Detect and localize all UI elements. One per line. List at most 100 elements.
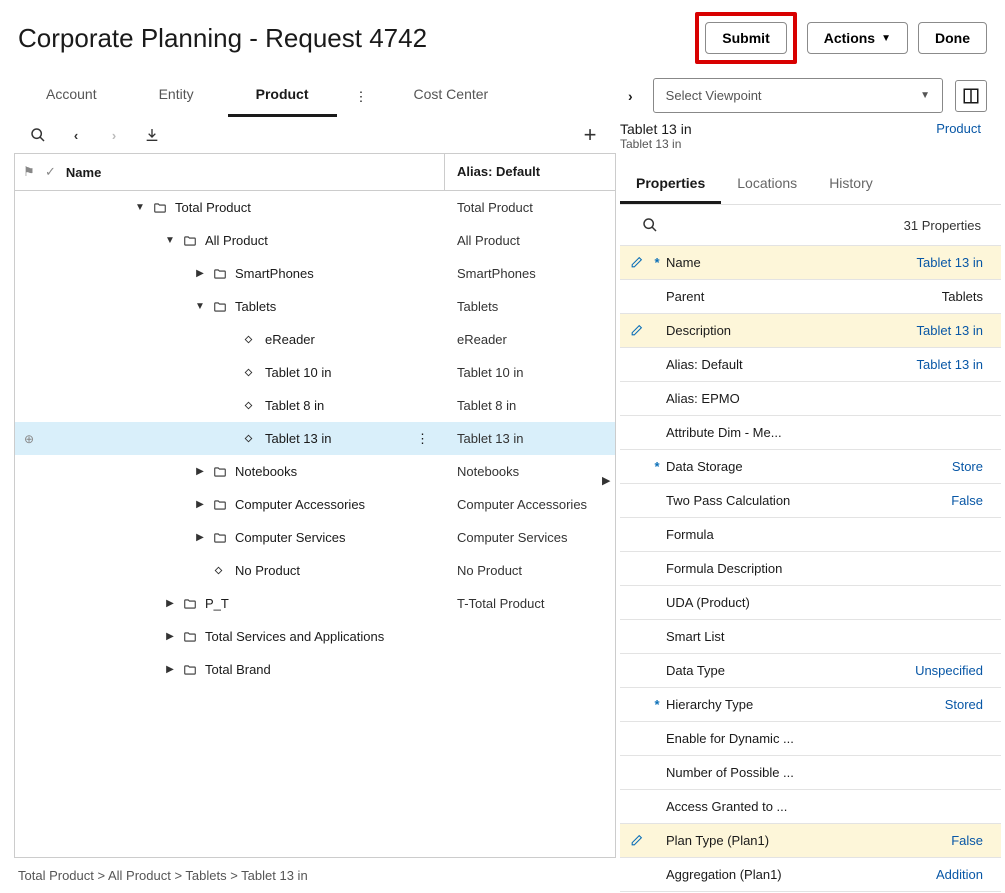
submit-button[interactable]: Submit bbox=[705, 22, 786, 54]
nav-back-icon[interactable]: ‹ bbox=[66, 125, 86, 145]
property-row[interactable]: *NameTablet 13 in bbox=[620, 246, 1001, 280]
prop-search-icon[interactable] bbox=[640, 215, 660, 235]
tree-row[interactable]: ⊕▶eReader⋮eReader bbox=[15, 323, 615, 356]
right-nav-chevron-icon[interactable]: › bbox=[620, 82, 641, 110]
expand-toggle-icon[interactable]: ▶ bbox=[163, 664, 177, 675]
panel-expand-icon[interactable]: ▶ bbox=[602, 474, 610, 487]
tree-row[interactable]: ⊕▶Notebooks⋮Notebooks bbox=[15, 455, 615, 488]
tree-row[interactable]: ⊕▶P_T⋮T-Total Product bbox=[15, 587, 615, 620]
detail-tab-locations[interactable]: Locations bbox=[721, 167, 813, 204]
property-value[interactable]: Tablet 13 in bbox=[917, 255, 984, 270]
tab-menu-icon[interactable]: ⋮ bbox=[343, 81, 380, 113]
done-button[interactable]: Done bbox=[918, 22, 987, 54]
tree-row[interactable]: ⊕▶Computer Accessories⋮Computer Accessor… bbox=[15, 488, 615, 521]
column-alias-header[interactable]: Alias: Default bbox=[445, 154, 615, 190]
node-label: Notebooks bbox=[235, 464, 406, 479]
layout-toggle-icon[interactable] bbox=[955, 80, 987, 112]
tree-row[interactable]: ⊕▶Computer Services⋮Computer Services bbox=[15, 521, 615, 554]
property-row[interactable]: Attribute Dim - Me... bbox=[620, 416, 1001, 450]
expand-toggle-icon[interactable]: ▼ bbox=[193, 301, 207, 312]
property-row[interactable]: Formula bbox=[620, 518, 1001, 552]
property-row[interactable]: Data TypeUnspecified bbox=[620, 654, 1001, 688]
expand-toggle-icon[interactable]: ▶ bbox=[193, 499, 207, 510]
tree-row[interactable]: ⊕▶Total Brand⋮ bbox=[15, 653, 615, 686]
property-row[interactable]: Formula Description bbox=[620, 552, 1001, 586]
row-menu-icon[interactable]: ⋮ bbox=[406, 431, 439, 447]
expand-toggle-icon[interactable]: ▼ bbox=[133, 202, 147, 213]
tree-row[interactable]: ⊕▶Tablet 13 in⋮Tablet 13 in bbox=[15, 422, 615, 455]
property-value[interactable]: Tablet 13 in bbox=[917, 357, 984, 372]
folder-icon bbox=[183, 597, 199, 611]
property-row[interactable]: Plan Type (Plan1)False bbox=[620, 824, 1001, 858]
tree-row[interactable]: ⊕▶Tablet 10 in⋮Tablet 10 in bbox=[15, 356, 615, 389]
property-row[interactable]: Number of Possible ... bbox=[620, 756, 1001, 790]
property-label: Formula bbox=[664, 527, 983, 542]
expand-toggle-icon[interactable]: ▶ bbox=[163, 631, 177, 642]
property-value[interactable]: Tablet 13 in bbox=[917, 323, 984, 338]
property-value[interactable]: Stored bbox=[945, 697, 983, 712]
property-row[interactable]: UDA (Product) bbox=[620, 586, 1001, 620]
alias-cell: Tablet 10 in bbox=[445, 365, 615, 380]
property-label: Description bbox=[664, 323, 917, 338]
folder-icon bbox=[213, 465, 229, 479]
tree-row[interactable]: ⊕▶No Product⋮No Product bbox=[15, 554, 615, 587]
add-icon[interactable]: + bbox=[580, 125, 600, 145]
property-row[interactable]: Alias: EPMO bbox=[620, 382, 1001, 416]
property-row[interactable]: Access Granted to ... bbox=[620, 790, 1001, 824]
column-name-header[interactable]: Name bbox=[66, 165, 101, 180]
property-value[interactable]: Store bbox=[952, 459, 983, 474]
add-indicator-icon[interactable]: ⊕ bbox=[15, 432, 43, 446]
property-value[interactable]: Addition bbox=[936, 867, 983, 882]
expand-toggle-icon[interactable]: ▶ bbox=[193, 532, 207, 543]
download-icon[interactable] bbox=[142, 125, 162, 145]
detail-tab-history[interactable]: History bbox=[813, 167, 889, 204]
node-label: Total Services and Applications bbox=[205, 629, 406, 644]
property-row[interactable]: *Hierarchy TypeStored bbox=[620, 688, 1001, 722]
tree-row[interactable]: ⊕▶Total Services and Applications⋮ bbox=[15, 620, 615, 653]
node-label: Computer Accessories bbox=[235, 497, 406, 512]
tab-product[interactable]: Product bbox=[228, 76, 337, 117]
tab-cost-center[interactable]: Cost Center bbox=[386, 76, 517, 117]
property-row[interactable]: *Data StorageStore bbox=[620, 450, 1001, 484]
node-label: Total Product bbox=[175, 200, 406, 215]
property-row[interactable]: Aggregation (Plan1)Addition bbox=[620, 858, 1001, 892]
expand-toggle-icon[interactable]: ▶ bbox=[193, 268, 207, 279]
folder-icon bbox=[213, 531, 229, 545]
property-row[interactable]: Alias: DefaultTablet 13 in bbox=[620, 348, 1001, 382]
property-row[interactable]: Smart List bbox=[620, 620, 1001, 654]
search-icon[interactable] bbox=[28, 125, 48, 145]
detail-type-link[interactable]: Product bbox=[936, 121, 981, 151]
property-value[interactable]: False bbox=[951, 493, 983, 508]
flag-icon[interactable]: ⚑ bbox=[23, 164, 35, 180]
tab-account[interactable]: Account bbox=[18, 76, 125, 117]
property-row[interactable]: Enable for Dynamic ... bbox=[620, 722, 1001, 756]
tree-row[interactable]: ⊕▼Tablets⋮Tablets bbox=[15, 290, 615, 323]
nav-forward-icon[interactable]: › bbox=[104, 125, 124, 145]
diamond-icon bbox=[243, 400, 259, 411]
alias-cell: Computer Services bbox=[445, 530, 615, 545]
alias-cell: eReader bbox=[445, 332, 615, 347]
tab-entity[interactable]: Entity bbox=[131, 76, 222, 117]
property-row[interactable]: ParentTablets bbox=[620, 280, 1001, 314]
property-row[interactable]: DescriptionTablet 13 in bbox=[620, 314, 1001, 348]
tree-row[interactable]: ⊕▼Total Product⋮Total Product bbox=[15, 191, 615, 224]
breadcrumb[interactable]: Total Product > All Product > Tablets > … bbox=[14, 858, 620, 893]
detail-tab-properties[interactable]: Properties bbox=[620, 167, 721, 204]
property-row[interactable]: Two Pass CalculationFalse bbox=[620, 484, 1001, 518]
node-label: Computer Services bbox=[235, 530, 406, 545]
expand-toggle-icon[interactable]: ▼ bbox=[163, 235, 177, 246]
tree-row[interactable]: ⊕▶Tablet 8 in⋮Tablet 8 in bbox=[15, 389, 615, 422]
pencil-icon[interactable] bbox=[630, 834, 650, 847]
pencil-icon[interactable] bbox=[630, 324, 650, 337]
tree-row[interactable]: ⊕▶SmartPhones⋮SmartPhones bbox=[15, 257, 615, 290]
actions-button[interactable]: Actions ▼ bbox=[807, 22, 908, 54]
viewpoint-select[interactable]: Select Viewpoint ▼ bbox=[653, 78, 943, 113]
property-value[interactable]: False bbox=[951, 833, 983, 848]
tree-row[interactable]: ⊕▼All Product⋮All Product bbox=[15, 224, 615, 257]
expand-toggle-icon[interactable]: ▶ bbox=[163, 598, 177, 609]
pencil-icon[interactable] bbox=[630, 256, 650, 269]
folder-icon bbox=[213, 267, 229, 281]
expand-toggle-icon[interactable]: ▶ bbox=[193, 466, 207, 477]
property-value[interactable]: Unspecified bbox=[915, 663, 983, 678]
check-icon[interactable]: ✓ bbox=[45, 164, 56, 180]
